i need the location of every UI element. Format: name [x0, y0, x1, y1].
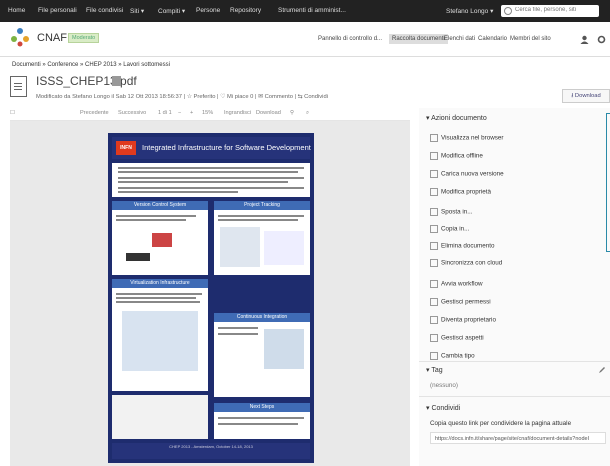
aspects-icon [430, 334, 438, 342]
zoom-in-icon[interactable]: + [190, 110, 193, 116]
poster-box-vcs: Version Control System [112, 201, 208, 275]
poster-box-virtualization: Virtualization Infrastructure [112, 279, 208, 391]
nav-repository[interactable]: Repository [230, 7, 261, 14]
poster-box-next-steps: Next Steps [214, 403, 310, 439]
cloud-sync-icon [430, 259, 438, 267]
nav-sites[interactable]: Siti ▾ [130, 7, 144, 15]
document-icon [10, 76, 27, 97]
divider [419, 396, 610, 397]
link-icon[interactable]: ⚲ [290, 110, 294, 116]
poster-footer: CHEP 2013 - Amsterdam, October 14-18, 20… [112, 443, 310, 459]
next-page-button[interactable]: Successivo [118, 110, 146, 116]
site-title: CNAF [37, 32, 67, 44]
share-instructions: Copia questo link per condividere la pag… [430, 420, 572, 427]
site-header: CNAF Moderato Pannello di controllo d...… [0, 22, 610, 57]
tags-section-title[interactable]: ▾ Tag [426, 366, 443, 374]
action-delete-document[interactable]: Elimina documento [430, 242, 495, 250]
browser-icon [430, 134, 438, 142]
action-upload-new-version[interactable]: Carica nuova versione [430, 170, 504, 178]
delete-icon [430, 242, 438, 250]
user-icon[interactable] [580, 35, 589, 44]
search-icon [504, 7, 512, 15]
gear-icon[interactable] [597, 35, 606, 44]
share-link-field[interactable]: https://docs.infn.it/share/page/site/cna… [430, 432, 606, 444]
poster-title: Integrated Infrastructure for Software D… [142, 143, 311, 152]
document-meta[interactable]: Modificato da Stefano Longo il Sab 12 Ot… [36, 94, 328, 100]
action-start-workflow[interactable]: Avvia workflow [430, 280, 483, 288]
action-edit-offline[interactable]: Modifica offline [430, 152, 483, 160]
actions-section-title[interactable]: ▾ Azioni documento [426, 114, 487, 122]
workflow-icon [430, 280, 438, 288]
properties-icon [430, 188, 438, 196]
move-icon [430, 208, 438, 216]
nav-document-library[interactable]: Raccolta documenti [389, 34, 448, 44]
copy-icon [430, 225, 438, 233]
document-title: ISSS_CHEP13.pdf [36, 74, 137, 88]
nav-dashboard[interactable]: Pannello di controllo d... [318, 36, 382, 42]
nav-my-files[interactable]: File personali [38, 7, 77, 14]
poster-intro [112, 163, 310, 197]
document-viewer[interactable]: INFN Integrated Infrastructure for Softw… [10, 121, 410, 466]
divider [419, 361, 610, 362]
zoom-out-icon[interactable]: − [178, 110, 181, 116]
search-box[interactable] [501, 5, 599, 17]
upload-icon [430, 170, 438, 178]
action-manage-aspects[interactable]: Gestisci aspetti [430, 334, 484, 342]
download-button[interactable]: ⭳ Download [562, 89, 610, 103]
action-manage-permissions[interactable]: Gestisci permessi [430, 298, 491, 306]
nav-site-members[interactable]: Membri del sito [510, 36, 551, 42]
side-highlight-box [606, 113, 610, 252]
site-visibility-badge: Moderato [68, 33, 100, 43]
viewer-download-button[interactable]: Download [256, 110, 281, 116]
version-icon [112, 76, 121, 86]
change-type-icon [430, 352, 438, 360]
share-section-title[interactable]: ▾ Condividi [426, 404, 460, 412]
action-copy-to[interactable]: Copia in... [430, 225, 469, 233]
previous-page-button[interactable]: Precedente [80, 110, 109, 116]
action-change-type[interactable]: Cambia tipo [430, 352, 475, 360]
poster-screenshot [112, 395, 208, 439]
poster-box-continuous-integration: Continuous Integration [214, 313, 310, 397]
edit-tags-icon[interactable] [598, 366, 606, 374]
page-indicator[interactable]: 1 di 1 [158, 110, 172, 116]
nav-calendar[interactable]: Calendario [478, 36, 507, 42]
poster-box-project-tracking: Project Tracking [214, 201, 310, 275]
nav-home[interactable]: Home [8, 7, 25, 14]
global-navbar: Home File personali File condivisi Siti … [0, 0, 610, 22]
nav-people[interactable]: Persone [196, 7, 220, 14]
action-move-to[interactable]: Sposta in... [430, 208, 473, 216]
nav-admin-tools[interactable]: Strumenti di amminist... [278, 7, 346, 14]
nav-data-lists[interactable]: Elenchi dati [444, 36, 475, 42]
zoom-level[interactable]: 15% [202, 110, 213, 116]
nav-tasks[interactable]: Compiti ▾ [158, 7, 185, 15]
search-doc-icon[interactable]: ⌕ [306, 110, 309, 117]
breadcrumb[interactable]: Documenti » Conference » CHEP 2013 » Lav… [12, 62, 170, 68]
poster-header: INFN Integrated Infrastructure for Softw… [112, 137, 311, 159]
poster-logo: INFN [116, 141, 136, 155]
search-input[interactable] [515, 7, 595, 13]
sidebar-toggle-icon[interactable]: ☐ [10, 110, 15, 116]
nav-shared-files[interactable]: File condivisi [86, 7, 123, 14]
poster-page: INFN Integrated Infrastructure for Softw… [108, 133, 314, 463]
action-view-in-browser[interactable]: Visualizza nel browser [430, 134, 504, 142]
user-menu[interactable]: Stefano Longo ▾ [446, 7, 493, 15]
action-edit-properties[interactable]: Modifica proprietà [430, 188, 491, 196]
action-sync-cloud[interactable]: Sincronizza con cloud [430, 259, 502, 267]
permissions-icon [430, 298, 438, 306]
viewer-toolbar: ☐ Precedente Successivo 1 di 1 − + 15% I… [10, 108, 410, 121]
pencil-icon [430, 152, 438, 160]
owner-icon [430, 316, 438, 324]
enlarge-button[interactable]: Ingrandisci [224, 110, 251, 116]
site-logo-icon [11, 28, 29, 47]
tags-value: (nessuno) [430, 382, 459, 389]
action-take-ownership[interactable]: Diventa proprietario [430, 316, 496, 324]
